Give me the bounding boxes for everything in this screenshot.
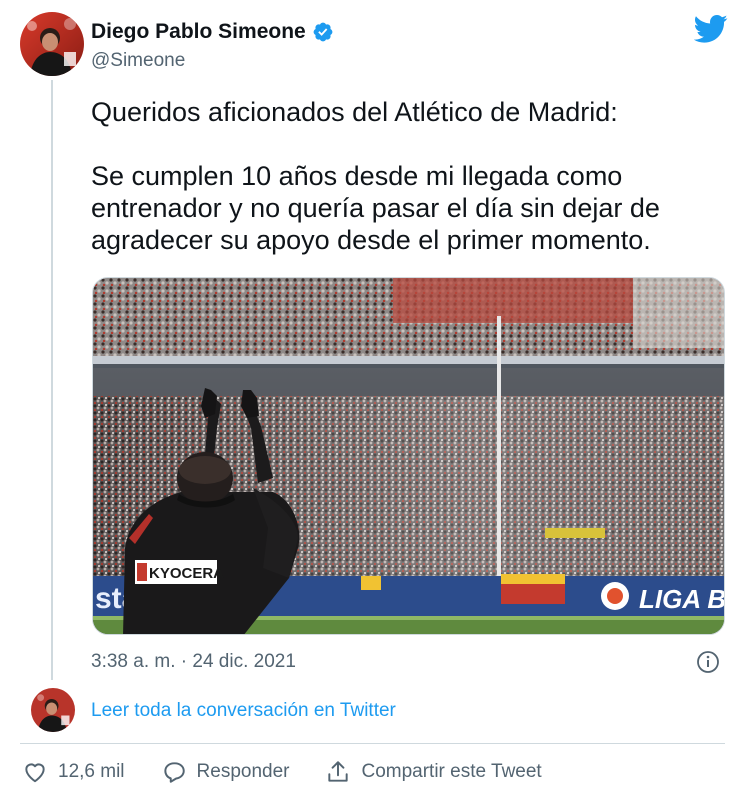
author-handle[interactable]: @Simeone [91, 50, 185, 72]
author-name-text[interactable]: Diego Pablo Simeone [91, 20, 306, 44]
share-button[interactable]: Compartir este Tweet [325, 759, 542, 785]
tweet-paragraph-2: Se cumplen 10 años desde mi llegada como… [91, 161, 660, 255]
like-button[interactable]: 12,6 mil [22, 759, 125, 785]
tweet-text: Queridos aficionados del Atlético de Mad… [91, 96, 711, 288]
author-avatar-small[interactable] [31, 688, 75, 732]
info-icon[interactable] [696, 650, 720, 674]
tweet-photo[interactable]: sta LIGA B KYOCERA [92, 277, 725, 635]
action-bar: 12,6 mil Responder Compartir este Tweet [22, 756, 578, 788]
author-avatar[interactable] [20, 12, 84, 76]
read-conversation-link[interactable]: Leer toda la conversación en Twitter [91, 700, 396, 722]
twitter-bird-icon[interactable] [694, 14, 728, 44]
tweet-timestamp[interactable]: 3:38 a. m. · 24 dic. 2021 [91, 651, 296, 673]
like-count: 12,6 mil [58, 761, 125, 782]
verified-badge-icon [313, 22, 333, 42]
reply-label: Responder [196, 761, 290, 782]
share-icon [328, 761, 349, 782]
actions-divider [20, 743, 725, 744]
author-name[interactable]: Diego Pablo Simeone [91, 20, 334, 44]
liga-board-text: LIGA B [639, 584, 725, 614]
tweet-card: Diego Pablo Simeone @Simeone Queridos af… [0, 0, 750, 792]
reply-button[interactable]: Responder [161, 759, 290, 785]
reply-icon [163, 762, 185, 783]
tweet-paragraph-1: Queridos aficionados del Atlético de Mad… [91, 97, 618, 127]
sponsor-patch-text: KYOCERA [149, 565, 224, 582]
thread-line [51, 80, 53, 680]
heart-icon [25, 763, 45, 783]
share-label: Compartir este Tweet [361, 761, 542, 782]
